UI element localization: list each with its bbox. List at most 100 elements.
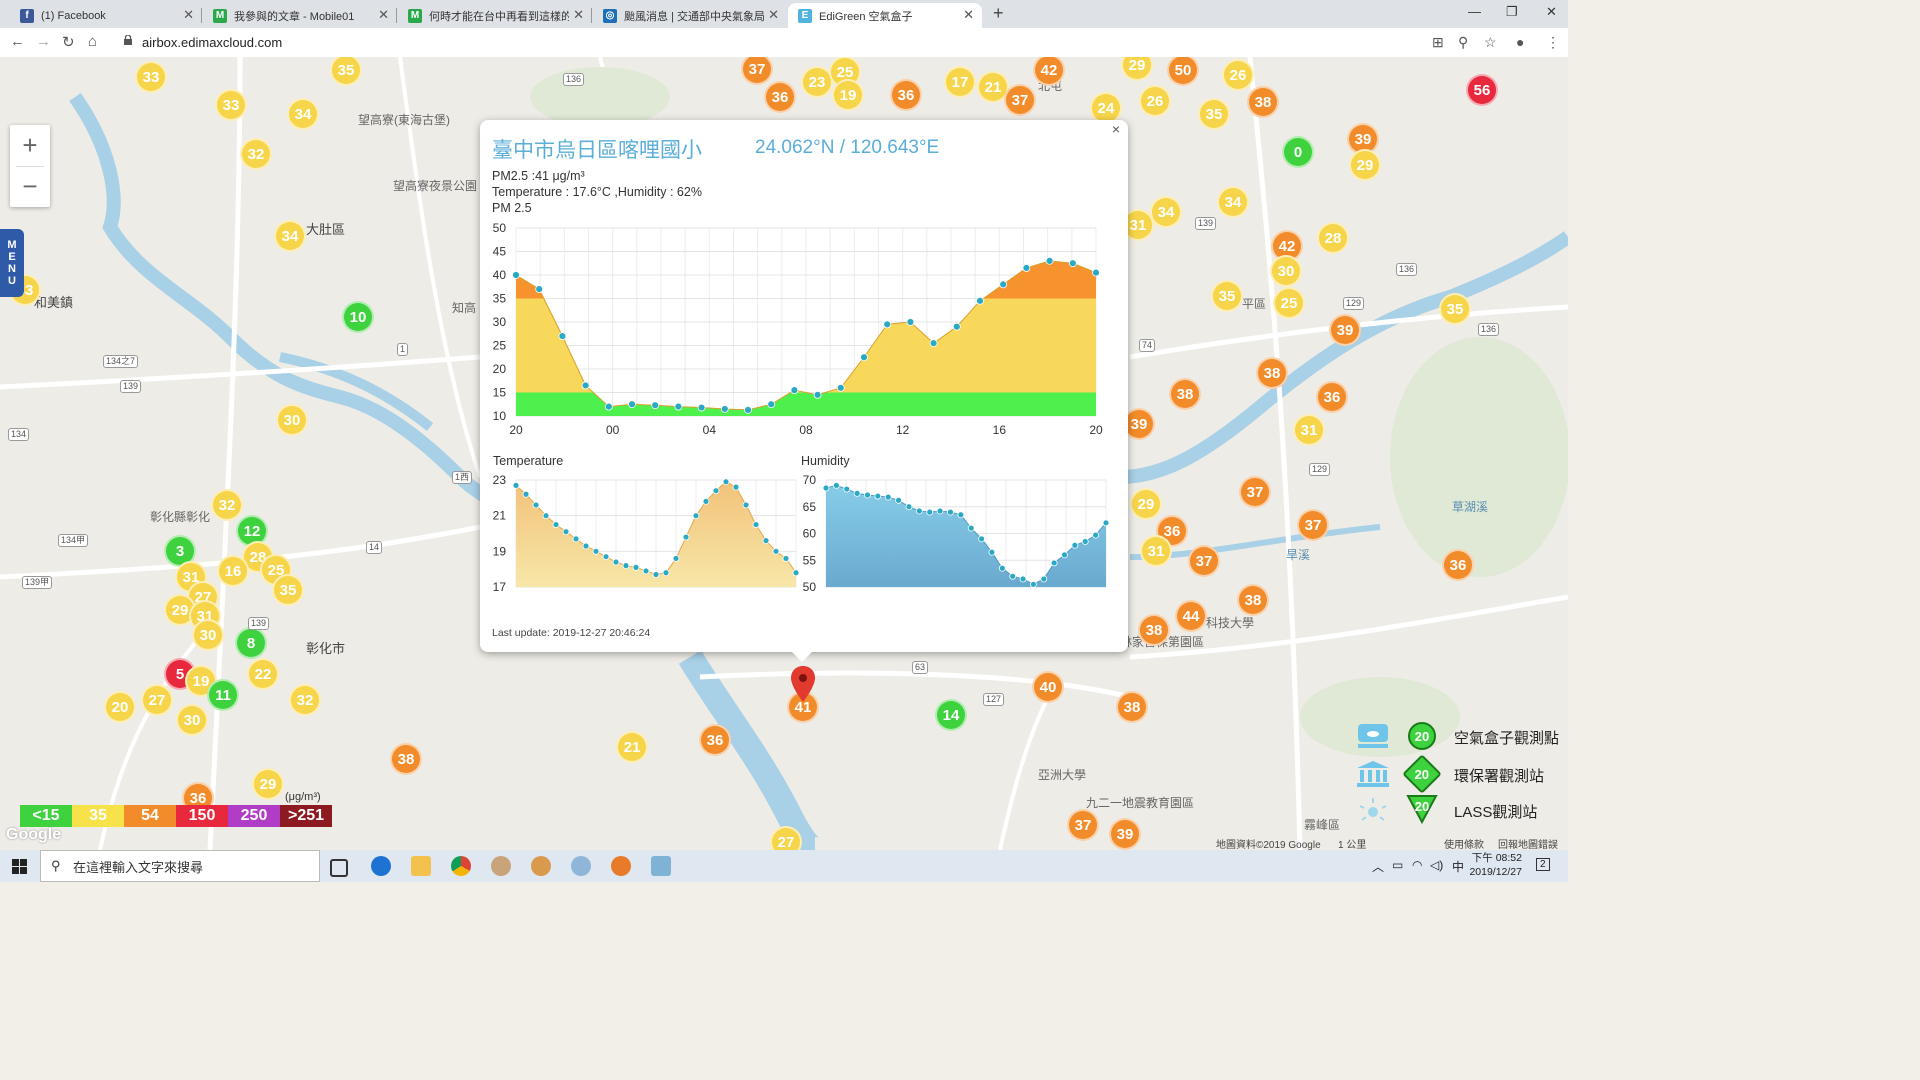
selected-location-pin-icon[interactable] [790, 665, 816, 703]
airbox-marker[interactable]: 31 [1140, 535, 1172, 567]
minimize-button[interactable]: — [1468, 4, 1481, 19]
airbox-marker[interactable]: 22 [247, 658, 279, 690]
url-field[interactable]: airbox.edimaxcloud.com [142, 35, 282, 50]
airbox-marker[interactable]: 38 [1116, 691, 1148, 723]
airbox-marker[interactable]: 26 [1222, 59, 1254, 91]
airbox-marker[interactable]: 34 [274, 220, 306, 252]
airbox-marker[interactable]: 37 [1297, 509, 1329, 541]
airbox-marker[interactable]: 19 [832, 79, 864, 111]
task-view-icon[interactable] [330, 859, 348, 877]
airbox-marker[interactable]: 38 [1237, 584, 1269, 616]
airbox-marker[interactable]: 20 [104, 691, 136, 723]
close-icon[interactable]: ✕ [963, 7, 974, 23]
tab-mobile01-bluesky[interactable]: M 何時才能在台中再看到這樣的藍天 ✕ [398, 3, 592, 28]
airbox-marker[interactable]: 29 [1130, 488, 1162, 520]
airbox-marker[interactable]: 36 [699, 724, 731, 756]
airbox-marker[interactable]: 25 [1273, 287, 1305, 319]
notification-icon[interactable]: 2 [1536, 858, 1550, 871]
airbox-marker[interactable]: 26 [1139, 85, 1171, 117]
airbox-marker[interactable]: 10 [342, 301, 374, 333]
battery-icon[interactable]: ▭ [1392, 858, 1403, 872]
airbox-marker[interactable]: 29 [252, 768, 284, 800]
airbox-marker[interactable]: 35 [1198, 98, 1230, 130]
airbox-marker[interactable]: 14 [935, 699, 967, 731]
tab-edigreen[interactable]: E EdiGreen 空氣盒子 ✕ [788, 3, 982, 28]
app-icon[interactable] [571, 856, 591, 876]
volume-icon[interactable]: ◁) [1430, 858, 1443, 872]
airbox-marker[interactable]: 38 [1169, 378, 1201, 410]
zoom-in-button[interactable]: + [10, 125, 50, 166]
airbox-marker[interactable]: 35 [1439, 293, 1471, 325]
bookmark-star-icon[interactable]: ☆ [1484, 34, 1497, 51]
file-explorer-icon[interactable] [411, 856, 431, 876]
taskbar-search-box[interactable]: ⚲ 在這裡輸入文字來搜尋 [40, 850, 320, 882]
airbox-marker[interactable]: 32 [289, 684, 321, 716]
airbox-marker[interactable]: 38 [1256, 357, 1288, 389]
airbox-marker[interactable]: 34 [1217, 186, 1249, 218]
airbox-marker[interactable]: 16 [217, 555, 249, 587]
app-icon[interactable] [531, 856, 551, 876]
airbox-marker[interactable]: 35 [1211, 280, 1243, 312]
home-icon[interactable]: ⌂ [88, 33, 97, 50]
airbox-marker[interactable]: 37 [1067, 809, 1099, 841]
airbox-marker[interactable]: 11 [207, 679, 239, 711]
airbox-marker[interactable]: 0 [1282, 136, 1314, 168]
blender-icon[interactable] [611, 856, 631, 876]
restore-button[interactable]: ❐ [1506, 4, 1518, 20]
profile-icon[interactable]: ● [1516, 34, 1524, 50]
close-icon[interactable]: ✕ [573, 7, 584, 23]
app-icon[interactable] [491, 856, 511, 876]
airbox-marker[interactable]: 27 [141, 684, 173, 716]
popup-close-button[interactable]: × [1112, 121, 1120, 137]
airbox-marker[interactable]: 37 [1004, 84, 1036, 116]
airbox-marker[interactable]: 36 [1442, 549, 1474, 581]
airbox-marker[interactable]: 44 [1175, 600, 1207, 632]
airbox-marker[interactable]: 31 [1293, 414, 1325, 446]
airbox-marker[interactable]: 36 [764, 81, 796, 113]
window-close-button[interactable]: ✕ [1546, 4, 1557, 20]
windows-start-icon[interactable] [12, 859, 27, 874]
forward-arrow-icon[interactable]: → [36, 33, 51, 50]
airbox-marker[interactable]: 30 [1270, 255, 1302, 287]
menu-button[interactable]: M E N U [0, 229, 24, 297]
tab-facebook[interactable]: f (1) Facebook ✕ [10, 3, 202, 28]
zoom-icon[interactable]: ⚲ [1458, 34, 1468, 51]
airbox-marker[interactable]: 28 [1317, 222, 1349, 254]
airbox-marker[interactable]: 30 [192, 619, 224, 651]
airbox-marker[interactable]: 39 [1329, 314, 1361, 346]
tab-cwb[interactable]: ◎ 颱風消息 | 交通部中央氣象局 ✕ [593, 3, 787, 28]
report-error-link[interactable]: 回報地圖錯誤 [1498, 836, 1558, 850]
airbox-marker[interactable]: 32 [240, 138, 272, 170]
airbox-marker[interactable]: 8 [235, 627, 267, 659]
airbox-marker[interactable]: 37 [1188, 545, 1220, 577]
airbox-marker[interactable]: 36 [890, 79, 922, 111]
airbox-marker[interactable]: 29 [1349, 149, 1381, 181]
ime-indicator[interactable]: 中 [1452, 858, 1464, 875]
more-menu-icon[interactable]: ⋮ [1546, 34, 1560, 51]
wifi-icon[interactable]: ◠ [1412, 858, 1422, 872]
airbox-marker[interactable]: 34 [287, 98, 319, 130]
airbox-marker[interactable]: 33 [135, 61, 167, 93]
zoom-out-button[interactable]: − [10, 166, 50, 207]
airbox-marker[interactable]: 56 [1466, 74, 1498, 106]
close-icon[interactable]: ✕ [768, 7, 779, 23]
airbox-marker[interactable]: 37 [1239, 476, 1271, 508]
airbox-marker[interactable]: 36 [1316, 381, 1348, 413]
taskbar-clock[interactable]: 下午 08:52 2019/12/27 [1469, 851, 1522, 879]
airbox-marker[interactable]: 38 [390, 743, 422, 775]
back-arrow-icon[interactable]: ← [10, 33, 25, 50]
airbox-marker[interactable]: 38 [1247, 86, 1279, 118]
airbox-marker[interactable]: 39 [1109, 818, 1141, 850]
reload-icon[interactable]: ↻ [62, 33, 75, 51]
airbox-marker[interactable]: 35 [272, 574, 304, 606]
airbox-marker[interactable]: 27 [770, 826, 802, 850]
chrome-icon[interactable] [451, 856, 471, 876]
tab-mobile01-articles[interactable]: M 我參與的文章 - Mobile01 ✕ [203, 3, 397, 28]
close-icon[interactable]: ✕ [378, 7, 389, 23]
edge-browser-icon[interactable] [371, 856, 391, 876]
terms-link[interactable]: 使用條款 [1444, 836, 1484, 850]
airbox-marker[interactable]: 38 [1138, 614, 1170, 646]
airbox-marker[interactable]: 21 [616, 731, 648, 763]
close-icon[interactable]: ✕ [183, 7, 194, 23]
airbox-marker[interactable]: 40 [1032, 671, 1064, 703]
